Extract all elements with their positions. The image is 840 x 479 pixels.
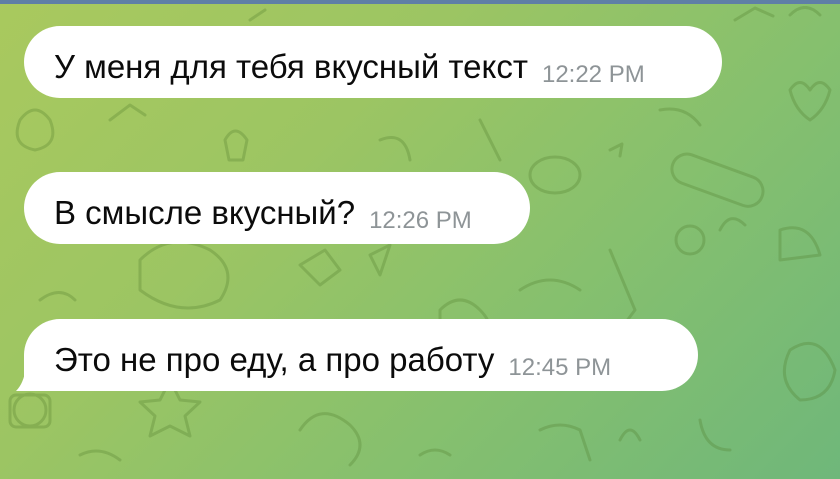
bubble-tail bbox=[16, 367, 36, 391]
message-bubble[interactable]: В смысле вкусный? 12:26 PM bbox=[24, 172, 530, 244]
message-timestamp: 12:45 PM bbox=[508, 354, 612, 381]
message-bubble[interactable]: Это не про еду, а про работу 12:45 PM bbox=[24, 319, 698, 391]
message-timestamp: 12:22 PM bbox=[541, 61, 645, 88]
message-timestamp: 12:26 PM bbox=[369, 207, 472, 234]
message-text: В смысле вкусный? bbox=[54, 194, 356, 231]
message-text: У меня для тебя вкусный текст bbox=[54, 48, 528, 85]
message-bubble[interactable]: У меня для тебя вкусный текст 12:22 PM bbox=[24, 26, 722, 98]
message-text: Это не про еду, а про работу bbox=[54, 341, 495, 378]
